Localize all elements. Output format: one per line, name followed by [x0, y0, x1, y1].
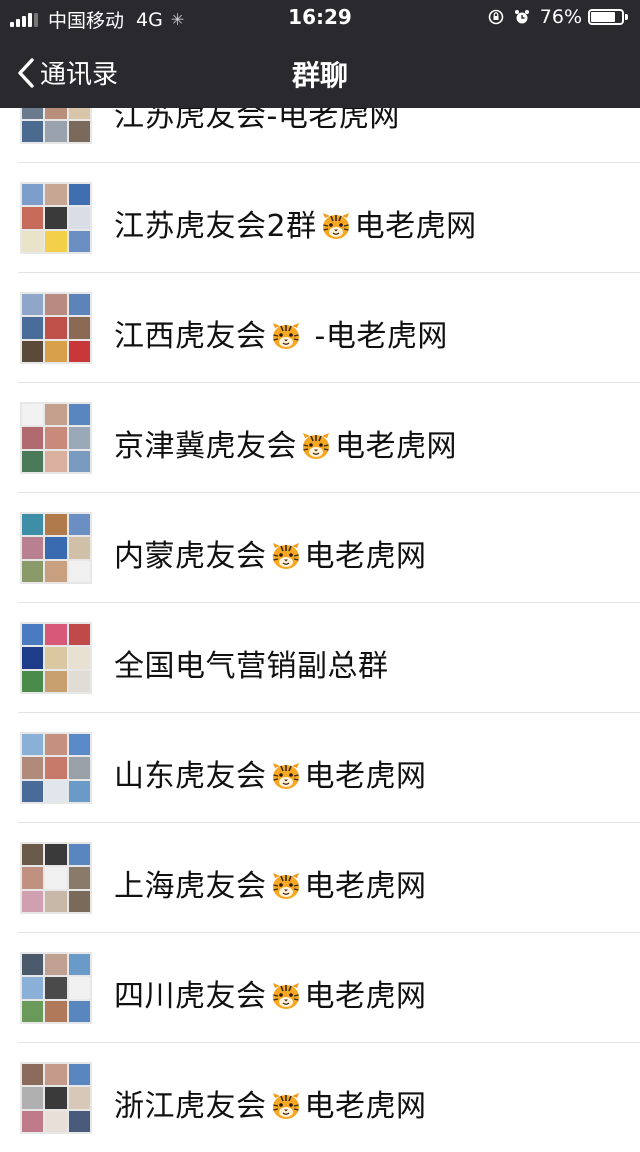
group-chat-row[interactable]: 四川虎友会 电老虎网	[18, 933, 640, 1043]
group-name-text: 京津冀虎友会	[114, 429, 297, 464]
group-name: 山东虎友会 电老虎网	[114, 751, 427, 795]
tiger-emoji-icon	[322, 213, 349, 239]
group-avatar	[20, 292, 92, 364]
tiger-emoji-icon	[272, 543, 299, 569]
tiger-emoji-icon	[272, 1093, 299, 1119]
back-button-label: 通讯录	[40, 60, 119, 90]
group-avatar	[20, 952, 92, 1024]
group-name-suffix: 电老虎网	[304, 1089, 427, 1124]
battery-percent: 76%	[539, 6, 582, 28]
back-button[interactable]: 通讯录	[16, 54, 118, 91]
tiger-emoji-icon	[272, 763, 299, 789]
chevron-left-icon	[18, 57, 34, 88]
group-avatar	[20, 512, 92, 584]
group-name: 江西虎友会 -电老虎网	[114, 311, 448, 355]
rotation-lock-icon	[488, 9, 504, 25]
group-chat-row[interactable]: 江苏虎友会2群 电老虎网	[18, 163, 640, 273]
navigation-bar: 通讯录 群聊	[0, 36, 640, 108]
group-name-text: 山东虎友会	[114, 759, 267, 794]
group-name-text: 浙江虎友会	[114, 1089, 267, 1124]
group-avatar	[20, 1062, 92, 1134]
tiger-emoji-icon	[272, 983, 299, 1009]
group-name-suffix: -电老虎网	[304, 319, 448, 354]
group-name-suffix: 电老虎网	[304, 979, 427, 1014]
group-name: 内蒙虎友会 电老虎网	[114, 531, 427, 575]
status-bar: 中国移动 4G ✳ 16:29 76%	[0, 0, 640, 36]
group-avatar	[20, 842, 92, 914]
group-avatar	[20, 732, 92, 804]
group-name-suffix: 电老虎网	[354, 209, 477, 244]
group-name-text: 四川虎友会	[114, 979, 267, 1014]
group-chat-row[interactable]: 上海虎友会 电老虎网	[18, 823, 640, 933]
group-chat-row[interactable]: 内蒙虎友会 电老虎网	[18, 493, 640, 603]
group-name: 上海虎友会 电老虎网	[114, 861, 427, 905]
group-name-text: 上海虎友会	[114, 869, 267, 904]
group-name-suffix: 电老虎网	[304, 539, 427, 574]
group-name: 浙江虎友会 电老虎网	[114, 1081, 427, 1125]
top-bar: 中国移动 4G ✳ 16:29 76% 通讯录 群聊	[0, 0, 640, 108]
group-avatar	[20, 182, 92, 254]
tiger-emoji-icon	[303, 433, 329, 459]
group-name-text: 江苏虎友会2群	[114, 209, 317, 244]
tiger-emoji-icon	[272, 873, 299, 899]
group-chat-list: 江苏虎友会-电老虎网 江苏虎友会2群 电老虎网 江西虎友会 -电老虎网 京津冀虎友会 电老…	[0, 53, 640, 1152]
group-name-suffix: 电老虎网	[304, 869, 427, 904]
group-name-suffix: 电老虎网	[335, 429, 457, 464]
group-name: 全国电气营销副总群	[114, 641, 389, 685]
group-chat-row[interactable]: 浙江虎友会 电老虎网	[18, 1043, 640, 1152]
group-chat-row[interactable]: 山东虎友会 电老虎网	[18, 713, 640, 823]
group-name-text: 全国电气营销副总群	[114, 649, 389, 684]
group-name-text: 江西虎友会	[114, 319, 267, 354]
group-avatar	[20, 402, 92, 474]
group-chat-row[interactable]: 全国电气营销副总群	[18, 603, 640, 713]
group-name-text: 内蒙虎友会	[114, 539, 267, 574]
group-chat-row[interactable]: 京津冀虎友会 电老虎网	[18, 383, 640, 493]
battery-icon	[588, 9, 628, 25]
group-name-suffix: 电老虎网	[304, 759, 427, 794]
alarm-clock-icon	[514, 10, 529, 24]
group-name: 四川虎友会 电老虎网	[114, 971, 427, 1015]
group-avatar	[20, 622, 92, 694]
tiger-emoji-icon	[272, 323, 299, 349]
group-name: 京津冀虎友会 电老虎网	[114, 421, 457, 465]
group-name: 江苏虎友会2群 电老虎网	[114, 201, 477, 245]
group-chat-row[interactable]: 江西虎友会 -电老虎网	[18, 273, 640, 383]
